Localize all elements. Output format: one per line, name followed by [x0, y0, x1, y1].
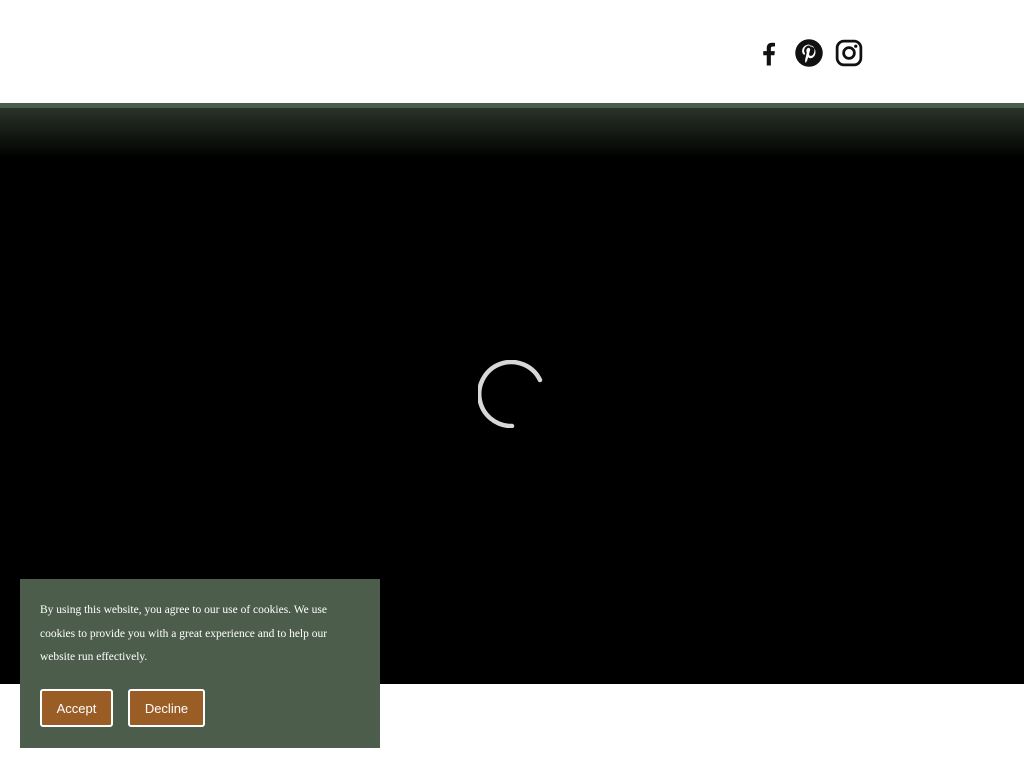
cookie-banner: By using this website, you agree to our …: [20, 579, 380, 748]
instagram-icon: [835, 39, 863, 67]
site-header: [0, 0, 1024, 104]
loading-spinner-icon: [478, 360, 543, 428]
accept-button[interactable]: Accept: [40, 689, 113, 727]
pinterest-icon: [795, 39, 823, 67]
social-links: [754, 36, 864, 72]
cookie-message: By using this website, you agree to our …: [40, 604, 328, 663]
instagram-link[interactable]: [834, 36, 864, 72]
pinterest-link[interactable]: [794, 36, 824, 72]
hero-top-shade: [0, 108, 1024, 158]
facebook-icon: [763, 42, 775, 66]
facebook-link[interactable]: [754, 36, 784, 72]
decline-button[interactable]: Decline: [128, 689, 205, 727]
